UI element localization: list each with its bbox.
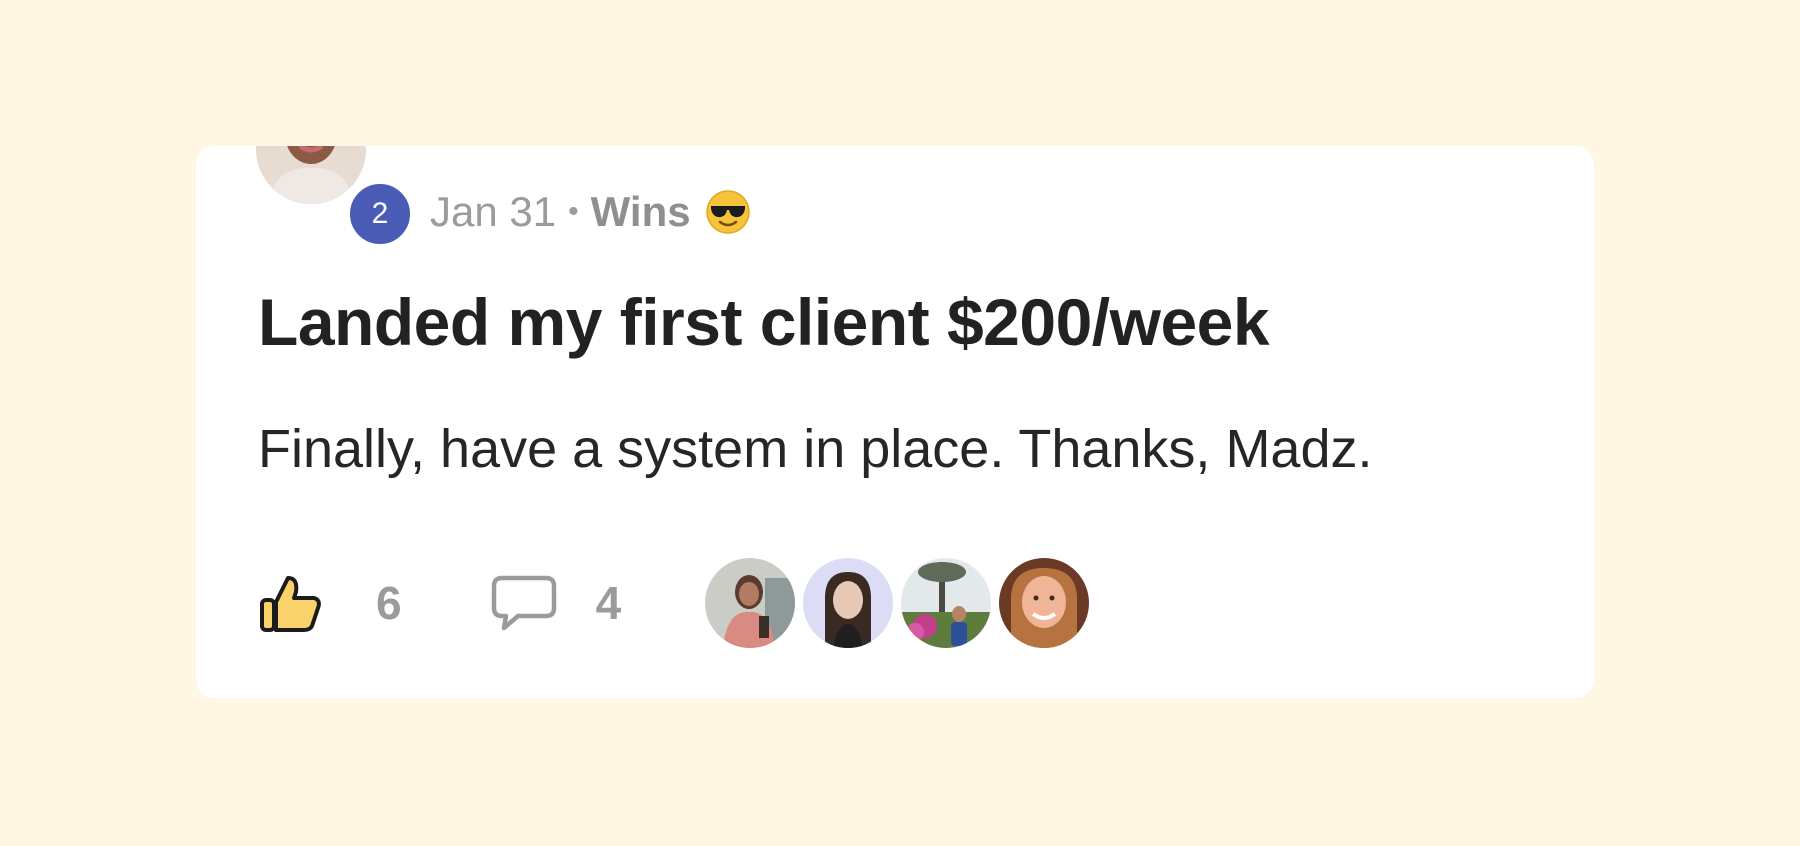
liker-avatar[interactable] — [999, 558, 1090, 648]
liker-avatars[interactable] — [705, 558, 1097, 648]
post-title[interactable]: Landed my first client $200/week — [258, 284, 1270, 360]
liker-avatar[interactable] — [901, 558, 992, 648]
meta-separator: • — [568, 195, 579, 228]
post-meta: Jan 31 • Wins — [430, 182, 751, 242]
comment-bubble-icon — [491, 575, 556, 631]
comment-button[interactable]: 4 — [490, 574, 622, 632]
sunglasses-emoji-icon — [705, 190, 750, 234]
post-card[interactable]: 2 Jan 31 • Wins Landed my first client $… — [196, 146, 1594, 698]
post-category[interactable]: Wins — [591, 188, 691, 236]
author-avatar[interactable] — [256, 146, 366, 204]
thumbs-up-icon — [260, 576, 321, 632]
comment-count: 4 — [595, 577, 622, 629]
liker-avatar[interactable] — [803, 558, 894, 648]
post-date[interactable]: Jan 31 — [430, 188, 556, 236]
liker-avatar[interactable] — [705, 558, 796, 648]
level-badge: 2 — [346, 180, 414, 248]
like-count: 6 — [376, 577, 402, 629]
like-button[interactable]: 6 — [258, 570, 402, 636]
post-actions: 6 4 — [258, 558, 1097, 648]
post-body: Finally, have a system in place. Thanks,… — [258, 419, 1373, 479]
